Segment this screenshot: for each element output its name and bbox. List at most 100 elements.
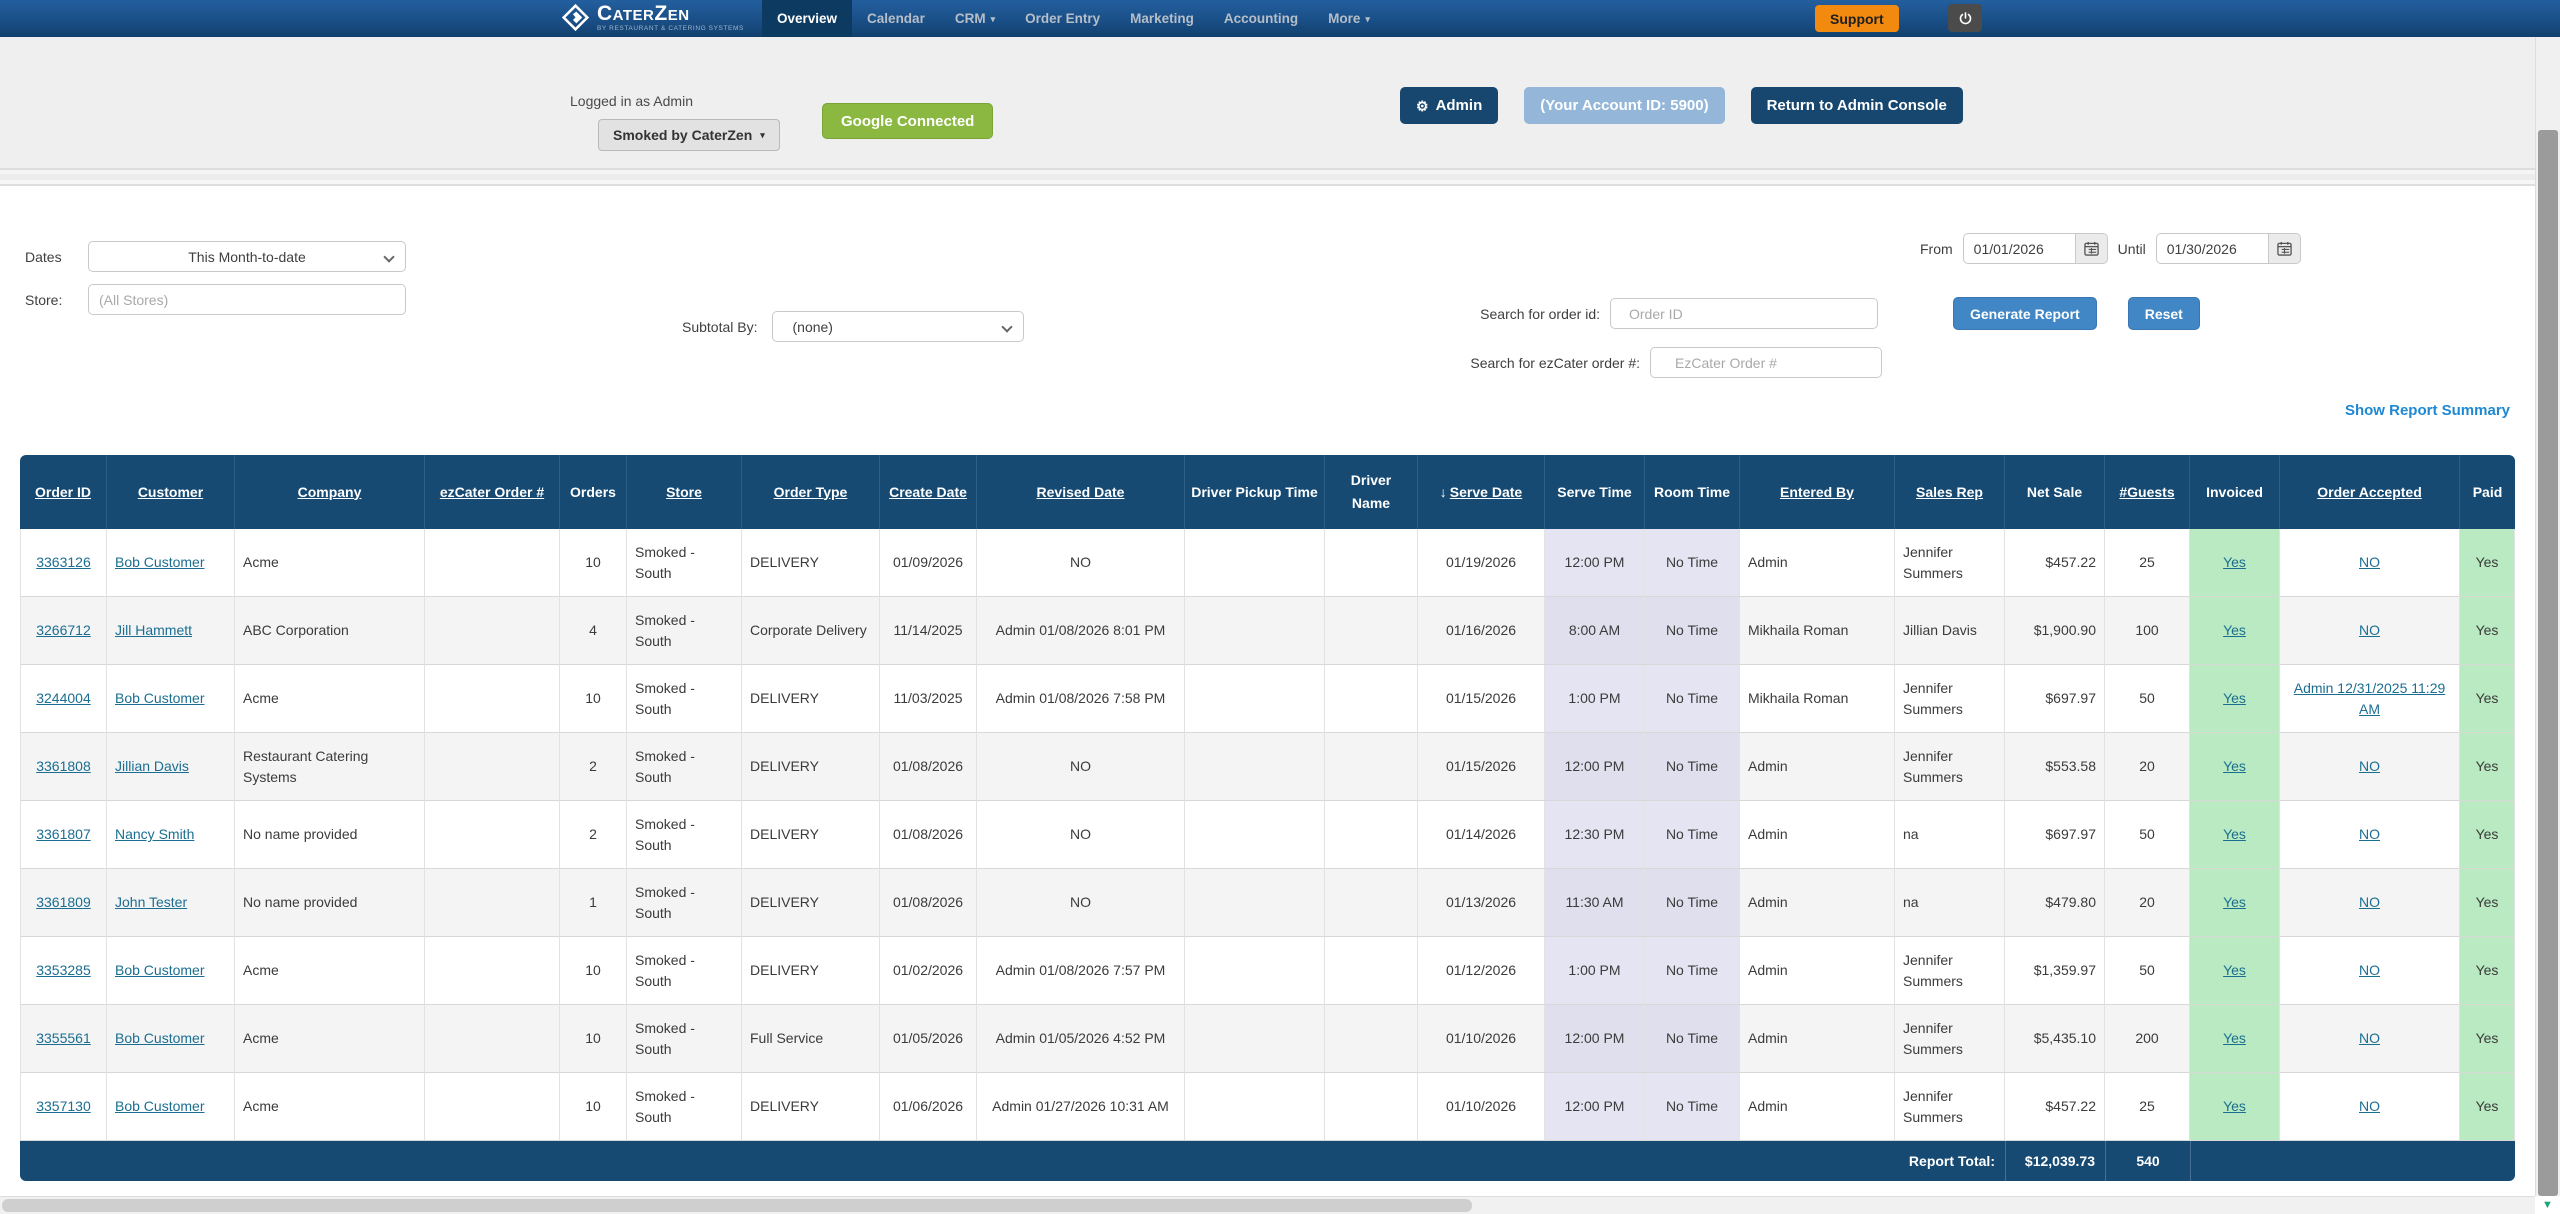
order-id-link[interactable]: 3353285	[36, 962, 91, 978]
col-header-create-date[interactable]: Create Date	[880, 455, 977, 529]
admin-button[interactable]: ⚙ Admin	[1400, 87, 1498, 124]
col-header-order-accepted[interactable]: Order Accepted	[2280, 455, 2460, 529]
cell-company: Restaurant Catering Systems	[235, 733, 425, 801]
order-accepted-link[interactable]: NO	[2359, 894, 2380, 910]
nav-item-overview[interactable]: Overview	[762, 0, 852, 37]
col-header-label: Entered By	[1780, 484, 1854, 500]
order-id-link[interactable]: 3363126	[36, 554, 91, 570]
order-id-search-input[interactable]	[1610, 298, 1878, 329]
cell-serve-date: 01/16/2026	[1418, 597, 1545, 665]
invoiced-link[interactable]: Yes	[2223, 1030, 2246, 1046]
customer-link[interactable]: Nancy Smith	[115, 826, 194, 842]
col-header-label: Room Time	[1654, 484, 1730, 500]
nav-item-order-entry[interactable]: Order Entry	[1010, 0, 1115, 37]
nav-item-marketing[interactable]: Marketing	[1115, 0, 1209, 37]
cell-entered-by: Admin	[1740, 1073, 1895, 1141]
return-admin-console-button[interactable]: Return to Admin Console	[1751, 87, 1963, 124]
cell-room-time: No Time	[1645, 597, 1740, 665]
col-header-serve-date[interactable]: ↓Serve Date	[1418, 455, 1545, 529]
ezcater-search-input[interactable]	[1650, 347, 1882, 378]
col-header-entered-by[interactable]: Entered By	[1740, 455, 1895, 529]
scroll-corner-button[interactable]: ▼	[2535, 1196, 2560, 1214]
order-accepted-link[interactable]: NO	[2359, 554, 2380, 570]
order-accepted-link[interactable]: NO	[2359, 758, 2380, 774]
nav-item-accounting[interactable]: Accounting	[1209, 0, 1313, 37]
col-header-revised-date[interactable]: Revised Date	[977, 455, 1185, 529]
subtotal-select[interactable]: (none)	[772, 311, 1024, 342]
order-accepted-link[interactable]: Admin 12/31/2025 11:29 AM	[2294, 680, 2446, 717]
order-id-link[interactable]: 3244004	[36, 690, 91, 706]
order-accepted-link[interactable]: NO	[2359, 622, 2380, 638]
col-header-sales-rep[interactable]: Sales Rep	[1895, 455, 2005, 529]
col-header-company[interactable]: Company	[235, 455, 425, 529]
order-id-link[interactable]: 3361809	[36, 894, 91, 910]
cell-revised-date: NO	[977, 733, 1185, 801]
order-id-link[interactable]: 3357130	[36, 1098, 91, 1114]
order-id-link[interactable]: 3355561	[36, 1030, 91, 1046]
horizontal-scrollbar[interactable]	[0, 1196, 2535, 1214]
until-calendar-button[interactable]	[2268, 233, 2301, 264]
nav-item-calendar[interactable]: Calendar	[852, 0, 940, 37]
from-calendar-button[interactable]	[2075, 233, 2108, 264]
order-id-link[interactable]: 3361807	[36, 826, 91, 842]
generate-report-button[interactable]: Generate Report	[1953, 297, 2097, 330]
col-header-label: Order ID	[35, 484, 91, 500]
cell-sales-rep: Jennifer Summers	[1895, 1073, 2005, 1141]
nav-item-more[interactable]: More▾	[1313, 0, 1385, 37]
support-button[interactable]: Support	[1815, 5, 1899, 32]
invoiced-link[interactable]: Yes	[2223, 894, 2246, 910]
cell-guests: 100	[2105, 597, 2190, 665]
col-header-guests[interactable]: #Guests	[2105, 455, 2190, 529]
google-connected-button[interactable]: Google Connected	[822, 103, 993, 139]
from-date-input[interactable]	[1963, 233, 2075, 264]
brand-logo[interactable]: CaterZen BY RESTAURANT & CATERING SYSTEM…	[562, 3, 744, 33]
vertical-scrollbar[interactable]	[2535, 37, 2560, 1196]
col-header-store[interactable]: Store	[627, 455, 742, 529]
invoiced-link[interactable]: Yes	[2223, 962, 2246, 978]
cell-net-sale: $697.97	[2005, 801, 2105, 869]
reset-button[interactable]: Reset	[2128, 297, 2200, 330]
order-accepted-link[interactable]: NO	[2359, 962, 2380, 978]
vertical-scrollbar-thumb[interactable]	[2538, 130, 2558, 1196]
dates-select[interactable]: This Month-to-date	[88, 241, 406, 272]
store-input[interactable]	[88, 284, 406, 315]
order-id-link[interactable]: 3266712	[36, 622, 91, 638]
col-header-ezcater-order[interactable]: ezCater Order #	[425, 455, 560, 529]
customer-link[interactable]: Bob Customer	[115, 1030, 204, 1046]
col-header-order-id[interactable]: Order ID	[20, 455, 107, 529]
order-id-link[interactable]: 3361808	[36, 758, 91, 774]
customer-link[interactable]: Jillian Davis	[115, 758, 189, 774]
invoiced-link[interactable]: Yes	[2223, 826, 2246, 842]
store-selector-dropdown[interactable]: Smoked by CaterZen ▾	[598, 119, 780, 151]
nav-item-crm[interactable]: CRM▾	[940, 0, 1010, 37]
show-report-summary-link[interactable]: Show Report Summary	[2345, 402, 2510, 419]
invoiced-link[interactable]: Yes	[2223, 758, 2246, 774]
col-header-order-type[interactable]: Order Type	[742, 455, 880, 529]
customer-link[interactable]: Bob Customer	[115, 690, 204, 706]
customer-link[interactable]: Bob Customer	[115, 962, 204, 978]
dates-select-value: This Month-to-date	[89, 249, 405, 265]
col-header-customer[interactable]: Customer	[107, 455, 235, 529]
invoiced-link[interactable]: Yes	[2223, 622, 2246, 638]
until-date-input[interactable]	[2156, 233, 2268, 264]
customer-link[interactable]: Bob Customer	[115, 1098, 204, 1114]
customer-link[interactable]: Bob Customer	[115, 554, 204, 570]
cell-serve-time: 1:00 PM	[1545, 665, 1645, 733]
horizontal-scrollbar-thumb[interactable]	[2, 1199, 1472, 1212]
cell-revised-date: Admin 01/08/2026 7:58 PM	[977, 665, 1185, 733]
invoiced-link[interactable]: Yes	[2223, 690, 2246, 706]
order-accepted-link[interactable]: NO	[2359, 1098, 2380, 1114]
cell-order-accepted: NO	[2280, 529, 2460, 597]
invoiced-link[interactable]: Yes	[2223, 554, 2246, 570]
order-accepted-link[interactable]: NO	[2359, 1030, 2380, 1046]
cell-room-time: No Time	[1645, 801, 1740, 869]
order-accepted-link[interactable]: NO	[2359, 826, 2380, 842]
account-id-badge[interactable]: (Your Account ID: 5900)	[1524, 87, 1724, 124]
customer-link[interactable]: John Tester	[115, 894, 187, 910]
table-row: 3363126Bob CustomerAcme10Smoked - SouthD…	[20, 529, 2515, 597]
logout-power-button[interactable]	[1948, 4, 1982, 32]
invoiced-link[interactable]: Yes	[2223, 1098, 2246, 1114]
col-header-label: Sales Rep	[1916, 484, 1983, 500]
cell-order-accepted: NO	[2280, 1005, 2460, 1073]
customer-link[interactable]: Jill Hammett	[115, 622, 192, 638]
